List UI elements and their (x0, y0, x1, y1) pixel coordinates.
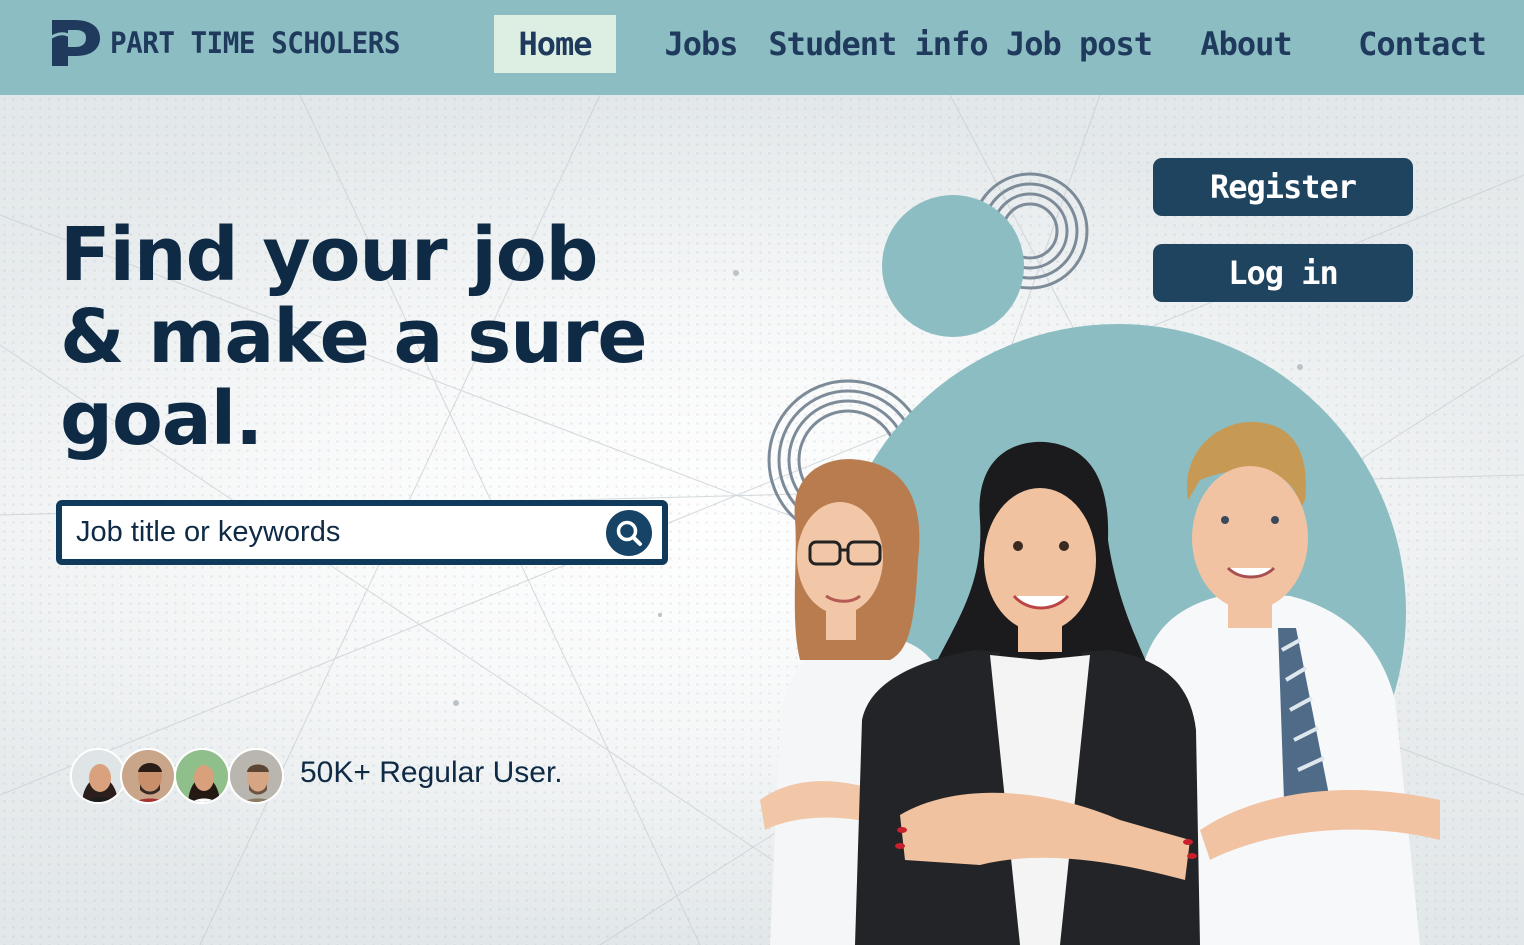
p-letter-logo-icon (46, 20, 100, 66)
regular-users-count: 50K+ Regular User. (300, 756, 563, 789)
nav-student-info[interactable]: Student info (768, 15, 988, 73)
avatar (70, 748, 126, 804)
job-search-input[interactable] (76, 512, 596, 552)
nav-home[interactable]: Home (494, 15, 616, 73)
avatar (174, 748, 230, 804)
avatar (120, 748, 176, 804)
nav-about[interactable]: About (1188, 15, 1304, 73)
nav-job-post[interactable]: Job post (1004, 15, 1154, 73)
search-button[interactable] (606, 510, 652, 556)
headline-line-1: Find your job (60, 212, 599, 298)
job-search-bar (56, 500, 668, 565)
search-icon (616, 520, 642, 546)
top-navbar: PART TIME SCHOLERS Home Jobs Student inf… (0, 0, 1524, 95)
user-avatars (70, 748, 286, 806)
nav-jobs[interactable]: Jobs (648, 15, 754, 73)
brand[interactable]: PART TIME SCHOLERS (46, 18, 415, 68)
nav-contact[interactable]: Contact (1350, 15, 1494, 73)
headline-line-2: & make a sure (60, 294, 648, 380)
headline-line-3: goal. (60, 376, 263, 462)
login-button[interactable]: Log in (1153, 244, 1413, 302)
avatar (228, 748, 284, 804)
hero-headline: Find your job & make a sure goal. (60, 214, 700, 460)
register-button[interactable]: Register (1153, 158, 1413, 216)
brand-name: PART TIME SCHOLERS (110, 26, 401, 60)
